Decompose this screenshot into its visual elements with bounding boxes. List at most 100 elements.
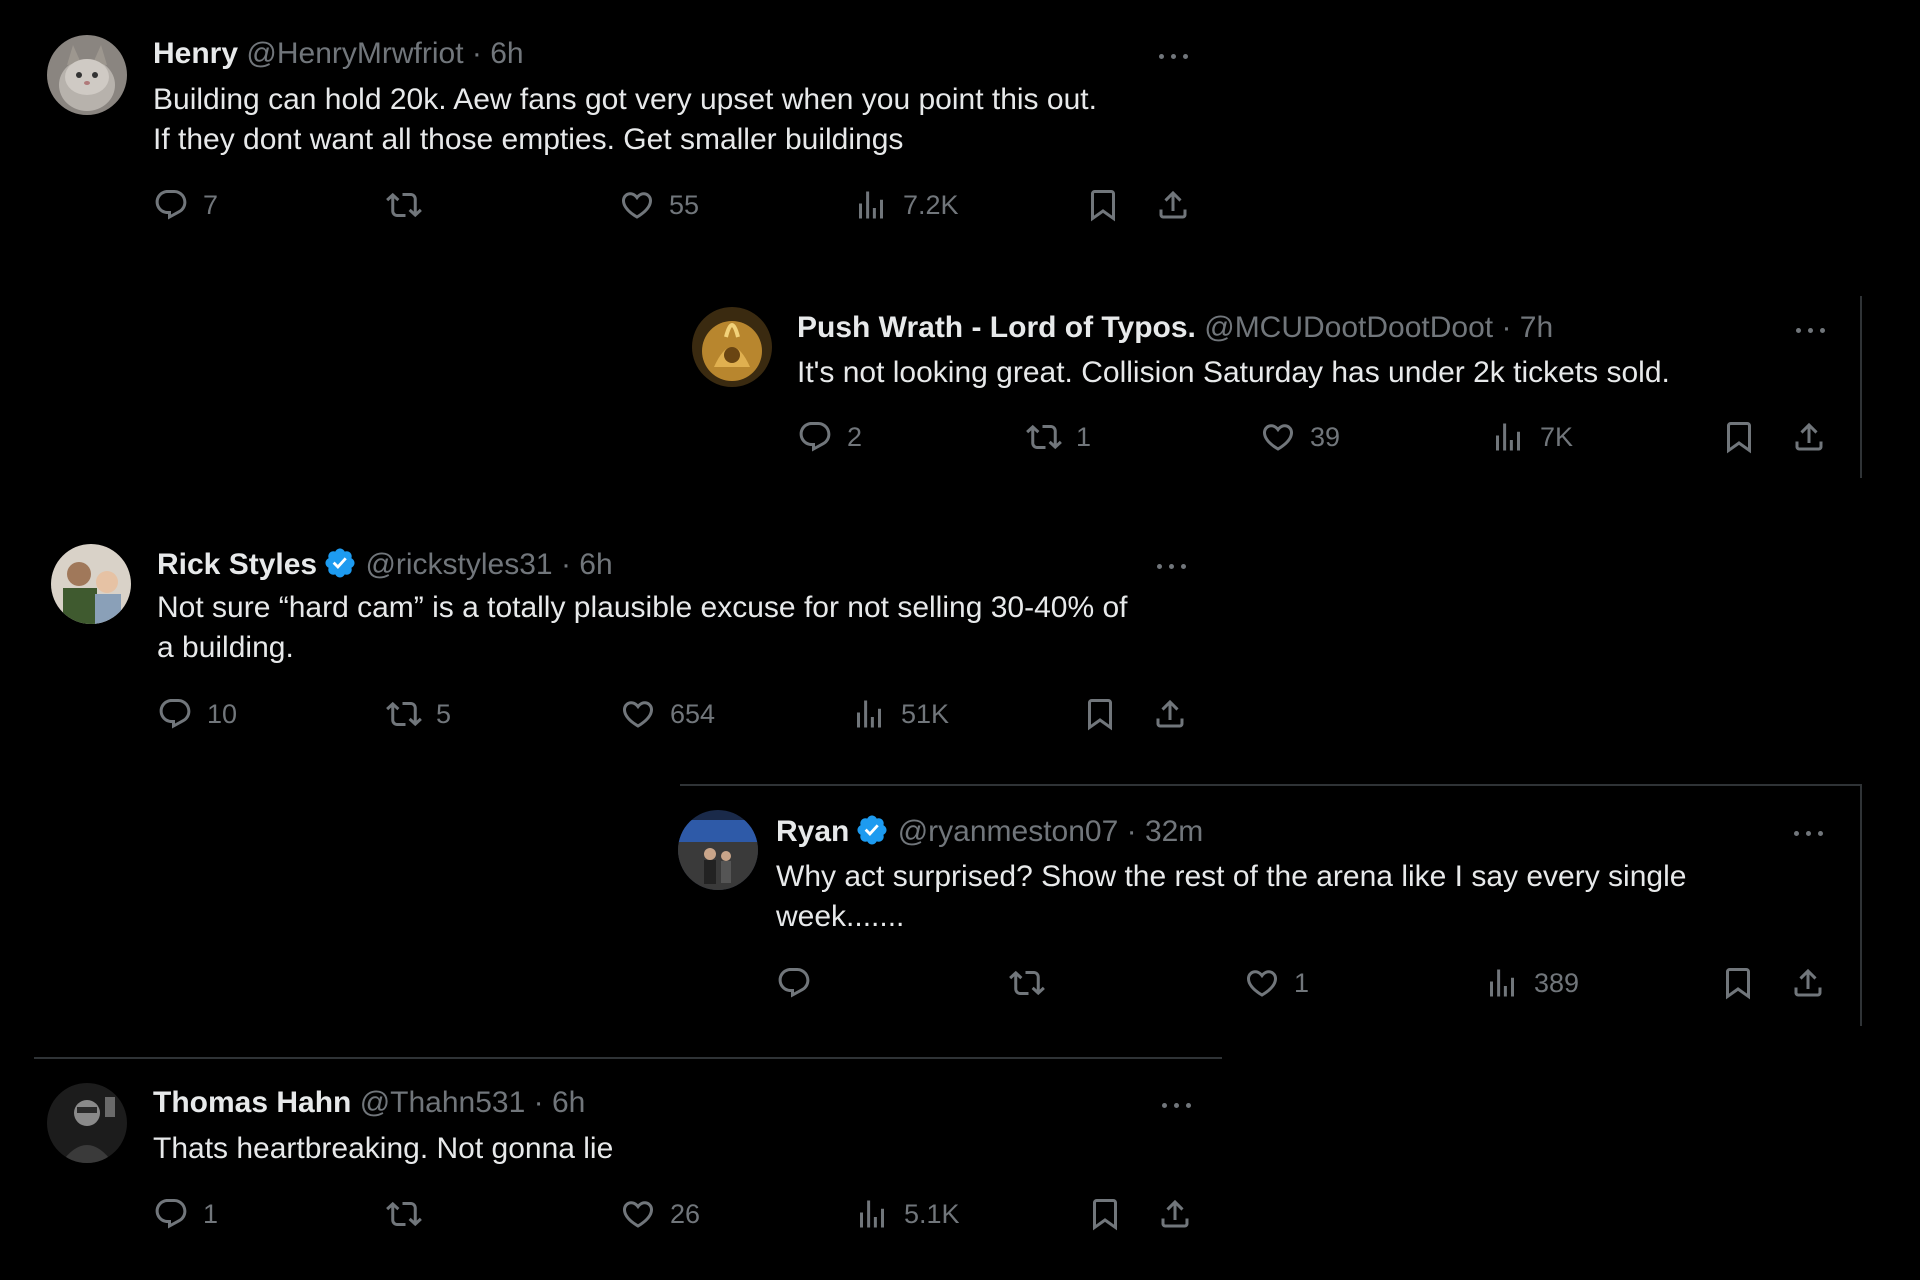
separator-dot: · [1118, 815, 1145, 848]
author-handle[interactable]: @MCUDootDootDoot [1204, 311, 1493, 344]
retweet-button[interactable] [1009, 963, 1059, 1003]
reply-count: 1 [203, 1198, 219, 1229]
author-name[interactable]: Ryan [776, 815, 849, 848]
family-avatar-image [51, 544, 131, 624]
author-name[interactable]: Rick Styles [157, 548, 317, 581]
share-icon [1152, 696, 1188, 732]
reply-button[interactable] [776, 963, 826, 1003]
views-icon [1490, 419, 1526, 455]
views-button[interactable]: 5.1K [854, 1194, 960, 1234]
retweet-icon [1026, 419, 1062, 455]
retweet-icon [386, 696, 422, 732]
reply-button[interactable]: 1 [153, 1194, 218, 1234]
verified-badge-icon [855, 813, 889, 847]
reply-button[interactable]: 7 [153, 185, 218, 225]
bookmark-button[interactable] [1085, 185, 1121, 225]
share-button[interactable] [1155, 185, 1191, 225]
view-count: 7K [1540, 421, 1574, 452]
retweet-button[interactable]: 5 [386, 694, 451, 734]
like-count: 39 [1310, 421, 1341, 452]
share-button[interactable] [1790, 963, 1826, 1003]
more-icon[interactable] [1154, 554, 1190, 578]
reply-icon [157, 696, 193, 732]
retweet-button[interactable] [386, 185, 436, 225]
author-name[interactable]: Push Wrath - Lord of Typos. [797, 311, 1196, 344]
like-count: 26 [670, 1198, 701, 1229]
views-button[interactable]: 7.2K [853, 185, 959, 225]
view-count: 389 [1534, 967, 1580, 998]
reply-button[interactable]: 2 [797, 417, 862, 457]
separator-dot: · [525, 1086, 552, 1119]
avatar[interactable] [51, 544, 131, 624]
action-bar: 1 26 5.1K [153, 1194, 1213, 1234]
reply-icon [797, 419, 833, 455]
avatar[interactable] [47, 35, 127, 115]
reply-count: 2 [847, 421, 863, 452]
timestamp[interactable]: 6h [490, 37, 523, 70]
share-icon [1155, 187, 1191, 223]
view-count: 7.2K [903, 189, 959, 220]
share-button[interactable] [1791, 417, 1827, 457]
timestamp[interactable]: 32m [1145, 815, 1203, 848]
reply-divider-ryan [680, 784, 1862, 786]
heart-icon [620, 696, 656, 732]
views-icon [854, 1196, 890, 1232]
timestamp[interactable]: 6h [552, 1086, 585, 1119]
share-icon [1790, 965, 1826, 1001]
author-handle[interactable]: @ryanmeston07 [898, 815, 1119, 848]
retweet-icon [386, 187, 422, 223]
avatar[interactable] [47, 1083, 127, 1163]
more-icon[interactable] [1793, 318, 1829, 342]
like-button[interactable]: 39 [1260, 417, 1340, 457]
tweet-text: Not sure “hard cam” is a totally plausib… [157, 591, 1128, 664]
author-handle[interactable]: @HenryMrwfriot [246, 37, 463, 70]
bw-portrait-avatar-image [47, 1083, 127, 1163]
verified-badge-icon [323, 546, 357, 580]
views-button[interactable]: 51K [851, 694, 949, 734]
action-bar: 7 55 7.2K [153, 185, 1213, 225]
avatar[interactable] [692, 307, 772, 387]
author-name[interactable]: Henry [153, 37, 238, 70]
bookmark-button[interactable] [1087, 1194, 1123, 1234]
golden-avatar-image [692, 307, 772, 387]
separator-dot: · [552, 548, 580, 581]
reply-button[interactable]: 10 [157, 694, 237, 734]
bookmark-icon [1721, 419, 1757, 455]
timestamp[interactable]: 6h [579, 548, 612, 581]
share-icon [1791, 419, 1827, 455]
like-button[interactable]: 1 [1244, 963, 1309, 1003]
thread-line-right-bottom [1860, 784, 1862, 1026]
more-icon[interactable] [1791, 821, 1827, 845]
like-button[interactable]: 55 [619, 185, 699, 225]
more-icon[interactable] [1156, 44, 1192, 68]
author-name[interactable]: Thomas Hahn [153, 1086, 351, 1119]
separator-dot: · [1493, 311, 1520, 344]
bookmark-button[interactable] [1721, 417, 1757, 457]
like-button[interactable]: 654 [620, 694, 715, 734]
avatar[interactable] [678, 810, 758, 890]
tweet-text: Why act surprised? Show the rest of the … [776, 860, 1687, 933]
reply-icon [153, 187, 189, 223]
bookmark-button[interactable] [1082, 694, 1118, 734]
retweet-button[interactable]: 1 [1026, 417, 1091, 457]
like-count: 654 [670, 698, 716, 729]
separator-dot: · [463, 37, 491, 70]
reply-divider-thomas [34, 1057, 1222, 1059]
views-button[interactable]: 389 [1484, 963, 1579, 1003]
author-handle[interactable]: @rickstyles31 [365, 548, 552, 581]
views-button[interactable]: 7K [1490, 417, 1573, 457]
cat-avatar-image [47, 35, 127, 115]
share-button[interactable] [1152, 694, 1188, 734]
heart-icon [1244, 965, 1280, 1001]
action-bar: 2 1 39 7K [797, 417, 1837, 457]
share-button[interactable] [1157, 1194, 1193, 1234]
timestamp[interactable]: 7h [1520, 311, 1553, 344]
author-handle[interactable]: @Thahn531 [360, 1086, 526, 1119]
bookmark-button[interactable] [1720, 963, 1756, 1003]
retweet-button[interactable] [386, 1194, 436, 1234]
tweet-text: Thats heartbreaking. Not gonna lie [153, 1132, 614, 1165]
more-icon[interactable] [1159, 1093, 1195, 1117]
bookmark-icon [1082, 696, 1118, 732]
heart-icon [1260, 419, 1296, 455]
like-button[interactable]: 26 [620, 1194, 700, 1234]
